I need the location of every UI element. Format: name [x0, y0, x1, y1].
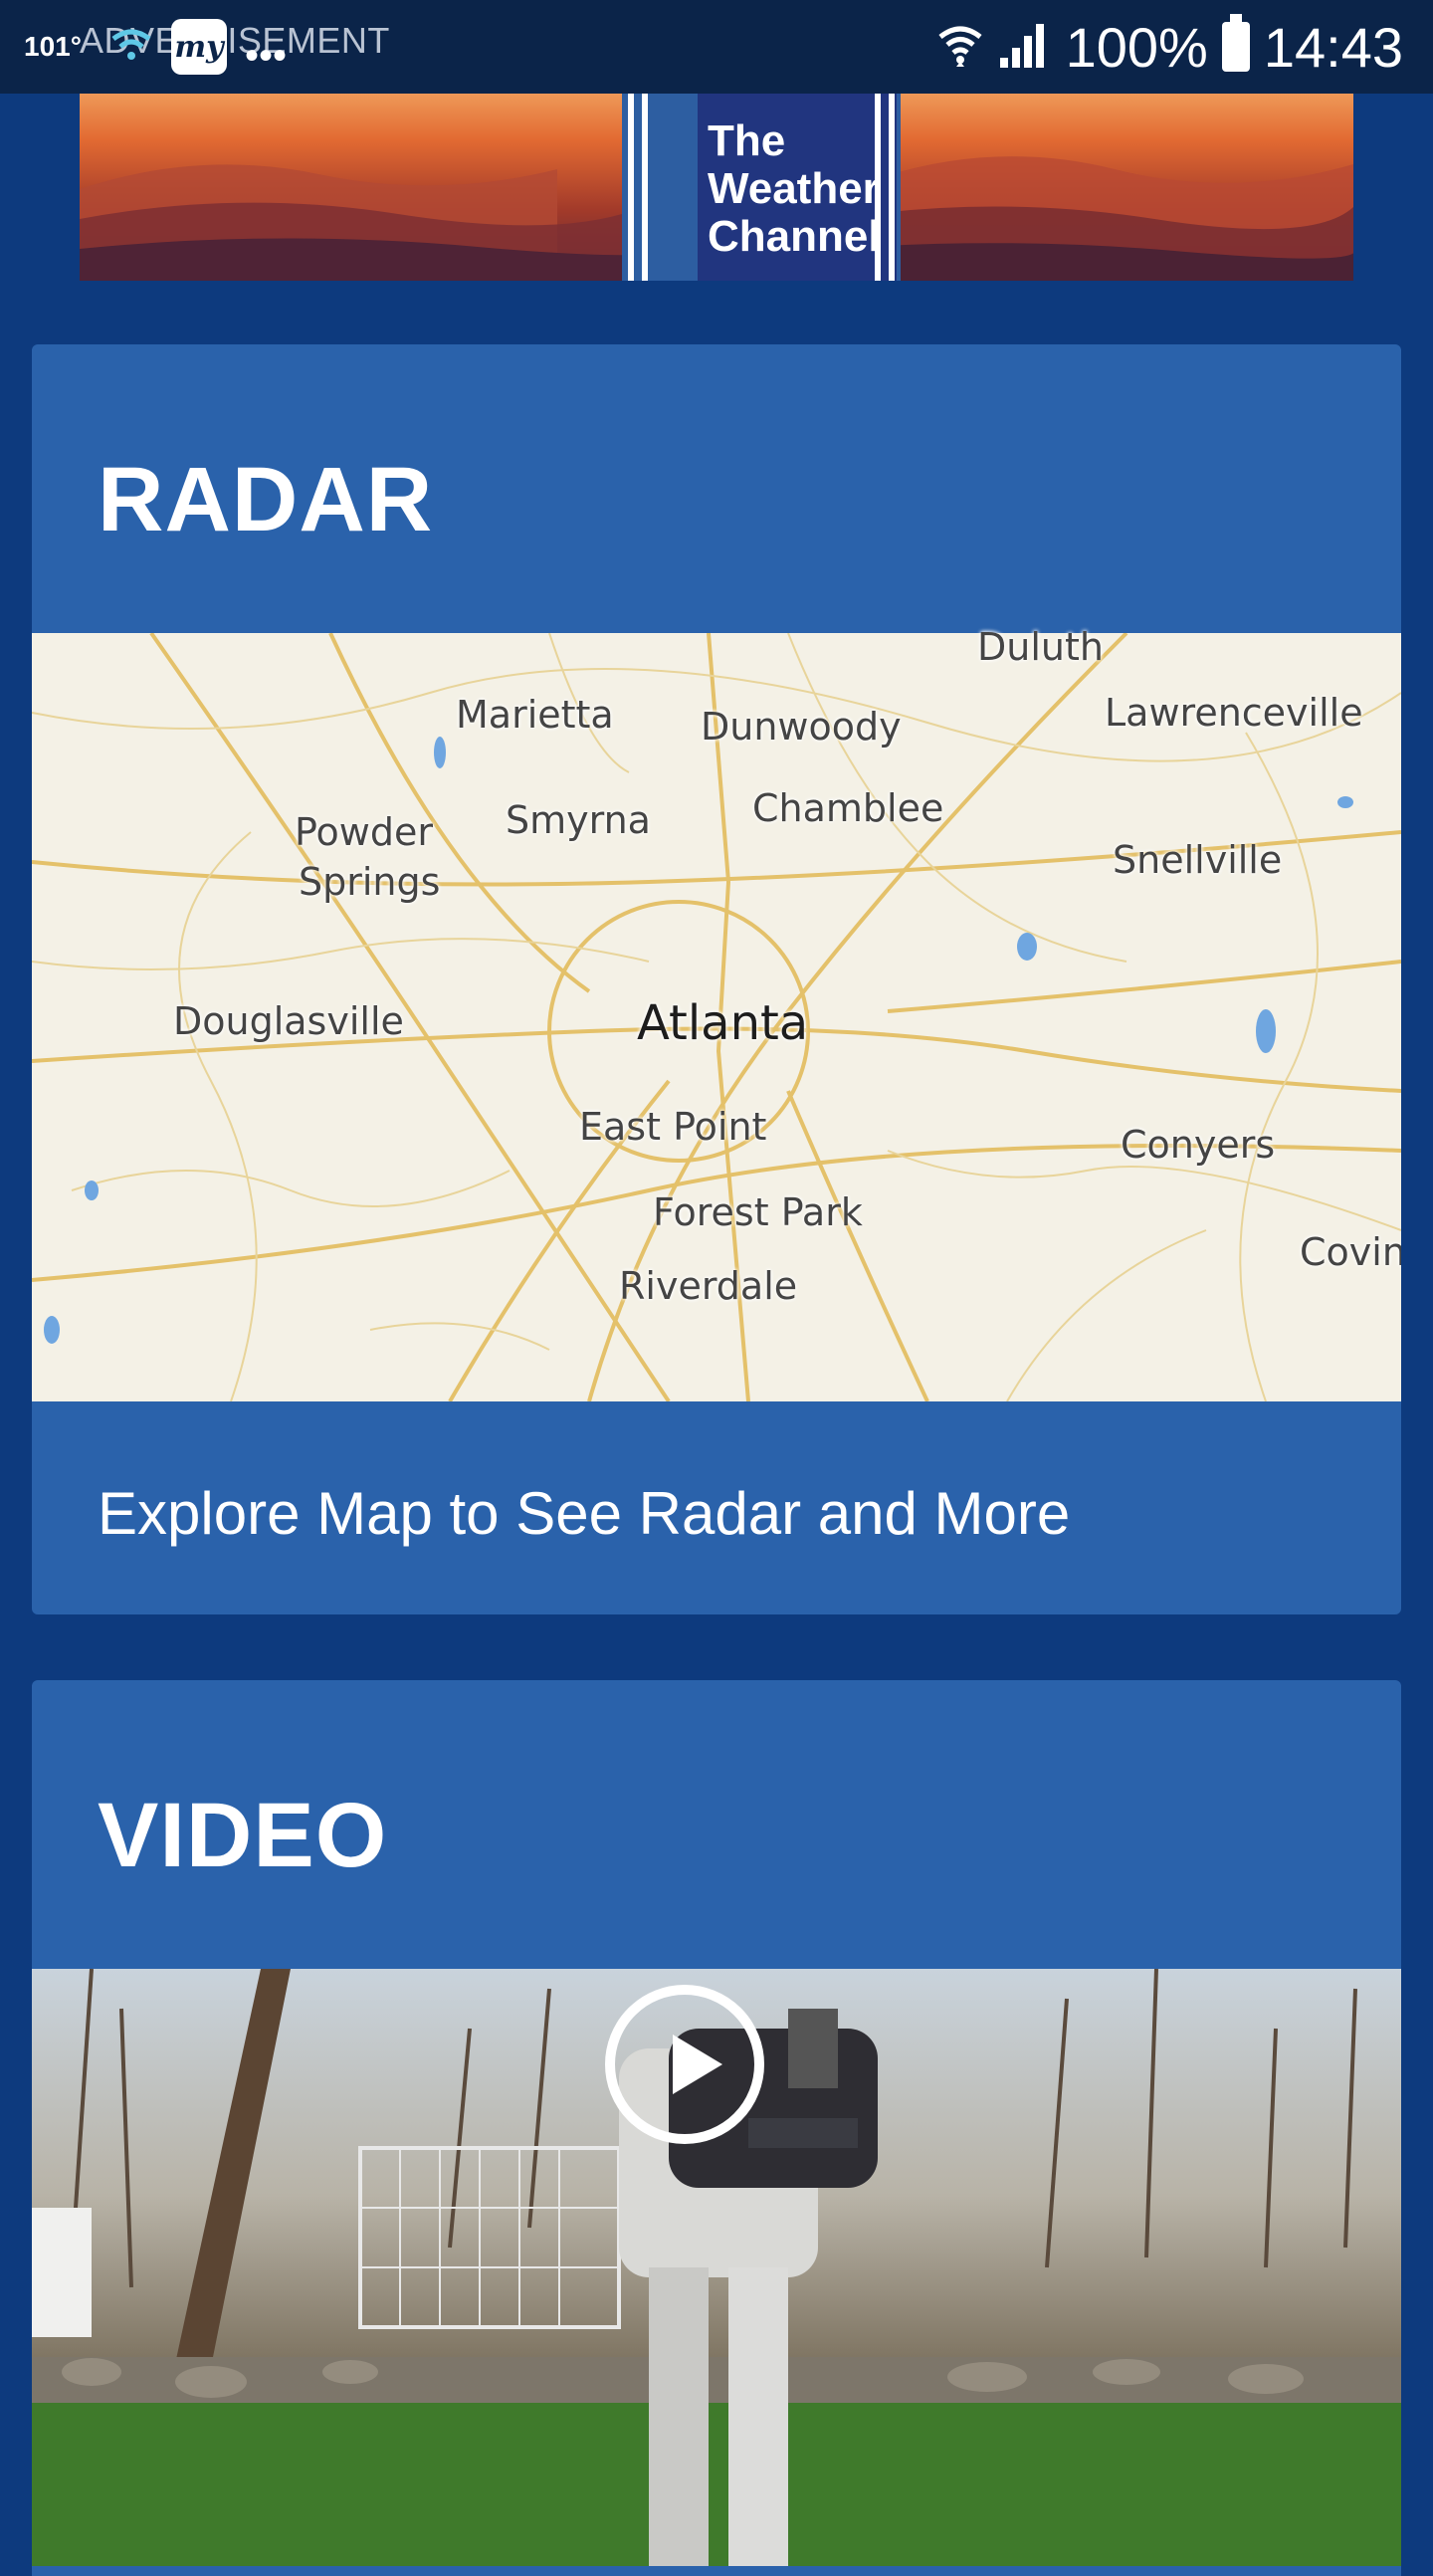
- wifi-icon: [936, 19, 984, 76]
- my-app-icon: my: [171, 19, 227, 75]
- map-label-lawrenceville: Lawrenceville: [1105, 691, 1363, 735]
- video-heading: VIDEO: [98, 1785, 388, 1886]
- weather-channel-logo: The Weather Channel: [622, 80, 901, 281]
- radar-card[interactable]: RADAR Duluth Marietta Dunwoody Lawrencev…: [32, 344, 1401, 1614]
- map-label-atlanta: Atlanta: [637, 995, 809, 1051]
- notification-icons: my •••: [109, 18, 287, 76]
- play-icon: [673, 2035, 722, 2094]
- more-notifications-icon: •••: [245, 34, 288, 78]
- map-label-riverdale: Riverdale: [619, 1264, 798, 1308]
- status-left: 101°: [24, 0, 82, 94]
- cellular-signal-icon: [998, 20, 1052, 75]
- map-label-forest-park: Forest Park: [653, 1190, 863, 1234]
- status-bar: 101° ADVERTISEMENT my ••• 100% 14:43: [0, 0, 1433, 94]
- battery-icon: [1221, 14, 1250, 72]
- map-label-snellville: Snellville: [1113, 838, 1283, 882]
- map-label-duluth: Duluth: [977, 625, 1104, 669]
- logo-line-1: The: [708, 116, 786, 165]
- temperature-indicator: 101°: [24, 31, 82, 62]
- weather-channel-ad-banner[interactable]: The Weather Channel: [80, 80, 1353, 281]
- map-label-smyrna: Smyrna: [506, 798, 651, 842]
- map-label-powder: Powder: [295, 810, 434, 854]
- weather-channel-wordmark: The Weather Channel: [698, 80, 897, 281]
- map-label-douglasville: Douglasville: [173, 999, 404, 1043]
- clock: 14:43: [1263, 15, 1403, 79]
- logo-line-2: Weather: [708, 164, 880, 213]
- radar-map[interactable]: Duluth Marietta Dunwoody Lawrenceville P…: [32, 625, 1401, 1401]
- map-label-springs: Springs: [299, 860, 441, 904]
- map-label-conyers: Conyers: [1121, 1123, 1276, 1167]
- play-button[interactable]: [605, 1985, 764, 2144]
- logo-line-3: Channel: [708, 212, 881, 261]
- wifi-notification-icon: [109, 25, 153, 70]
- map-label-dunwoody: Dunwoody: [701, 705, 902, 749]
- radar-heading: RADAR: [98, 449, 434, 550]
- map-label-covington: Covin: [1300, 1230, 1401, 1274]
- status-right: 100% 14:43: [936, 0, 1403, 94]
- battery-percentage: 100%: [1065, 15, 1208, 79]
- map-label-chamblee: Chamblee: [752, 786, 944, 830]
- explore-map-link[interactable]: Explore Map to See Radar and More: [98, 1479, 1070, 1548]
- map-label-marietta: Marietta: [456, 693, 614, 737]
- map-label-east-point: East Point: [579, 1105, 767, 1149]
